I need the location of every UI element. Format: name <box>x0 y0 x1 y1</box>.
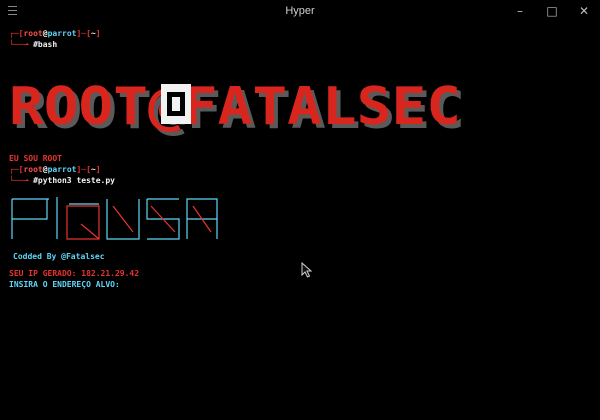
ascii-art-logo: PIQUSA <box>11 197 218 243</box>
author-name: @Fatalsec <box>61 252 105 261</box>
maximize-button[interactable]: □ <box>536 0 568 22</box>
prompt-line-2: ┌─[root@parrot]─[~] <box>9 165 101 174</box>
root-fatalsec-banner: ROOT@FATALSEC ROOT@FATALSEC <box>9 78 465 138</box>
minimize-button[interactable]: – <box>504 0 536 22</box>
ip-line: SEU IP GERADO: 182.21.29.42 <box>9 269 140 278</box>
mouse-pointer-icon <box>301 262 313 278</box>
command-line-1: └──╼ #bash <box>9 40 58 49</box>
window-controls: – □ ✕ <box>504 0 600 22</box>
hamburger-menu-icon[interactable] <box>8 6 17 15</box>
window-title: Hyper <box>285 5 315 17</box>
terminal-output[interactable]: ┌─[root@parrot]─[~] └──╼ #bash ROOT@FATA… <box>9 28 594 413</box>
ascii-art-label: PIQUSA <box>114 240 118 243</box>
ip-value: 182.21.29.42 <box>81 269 140 278</box>
target-prompt[interactable]: INSIRA O ENDEREÇO ALVO: <box>9 279 120 290</box>
command-text: #bash <box>33 40 58 49</box>
codded-by-line: Codded By @Fatalsec <box>13 252 105 261</box>
prompt-line-1: ┌─[root@parrot]─[~] <box>9 29 101 38</box>
close-button[interactable]: ✕ <box>568 0 600 22</box>
eu-sou-root-text: EU SOU ROOT <box>9 154 62 163</box>
title-bar: Hyper – □ ✕ <box>0 0 600 22</box>
banner-text: ROOT@FATALSEC <box>9 78 461 137</box>
command-line-2: └──╼ #python3 teste.py <box>9 176 115 185</box>
command-text: #python3 teste.py <box>33 176 115 185</box>
